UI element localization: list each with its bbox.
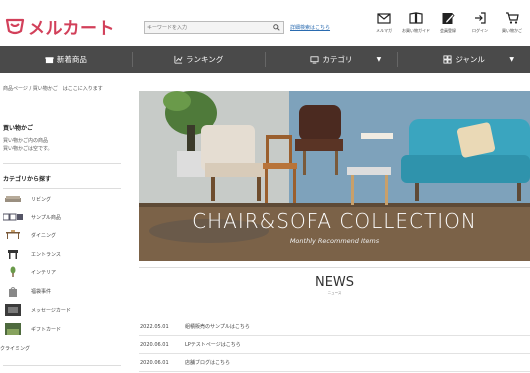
nav-genre[interactable]: ジャンル ▼ xyxy=(398,46,530,73)
nav-ranking[interactable]: ランキング xyxy=(133,46,265,73)
cart-items-text: 買い物かご内の商品 xyxy=(3,138,49,144)
sidebar-divider xyxy=(3,163,121,164)
newsletter-label: メルマガ xyxy=(376,28,392,33)
category-heading: カテゴリから探す xyxy=(3,176,52,183)
chevron-down-icon: ▼ xyxy=(509,56,514,63)
hero-banner[interactable]: CHAIR&SOFA COLLECTION Monthly Recommend … xyxy=(139,91,530,261)
site-header: メルカート 詳細検索はこちら メルマガ お買い物ガイド xyxy=(0,0,530,46)
sidebar-item-interior[interactable]: インテリア xyxy=(3,265,121,279)
breadcrumb: 商品ページ / 買い物かご はここに入ります xyxy=(3,86,103,92)
plant-icon xyxy=(3,266,23,278)
login-icon xyxy=(475,12,486,24)
mail-icon xyxy=(377,13,391,24)
sidebar-item-living[interactable]: リビング xyxy=(3,192,121,206)
sidebar-item-label: 福袋事件 xyxy=(31,288,52,295)
sidebar-item-label: リビング xyxy=(31,196,52,203)
guide-icon xyxy=(409,12,423,24)
nav-new-items[interactable]: 新着商品 xyxy=(0,46,132,73)
sidebar-item-label: エントランス xyxy=(31,251,61,258)
news-date: 2020.06.01 xyxy=(140,341,169,348)
login-button[interactable]: ログイン xyxy=(464,11,496,34)
sidebar-item-climbing[interactable]: クライミング xyxy=(0,341,118,355)
news-text: LPテストページはこちら xyxy=(185,342,241,348)
cart-icon xyxy=(506,12,519,24)
register-icon xyxy=(442,13,455,24)
genre-icon xyxy=(443,55,452,64)
message-card-icon xyxy=(3,304,23,316)
sidebar-divider xyxy=(3,365,121,366)
search-icon xyxy=(272,24,280,31)
bag-icon xyxy=(3,286,23,297)
news-divider xyxy=(139,267,530,268)
news-text: 組積販売のサンプルはこちら xyxy=(185,324,250,330)
news-text: 店舗ブログはこちら xyxy=(185,360,231,366)
sofa-icon xyxy=(3,194,23,205)
cart-label: 買い物かご xyxy=(502,28,522,33)
ranking-icon xyxy=(174,55,183,64)
sidebar-item-label: メッセージカード xyxy=(31,307,71,314)
sidebar-item-label: サンプル商品 xyxy=(31,214,61,221)
news-date: 2020.06.01 xyxy=(140,359,169,366)
cart-button[interactable]: 買い物かご xyxy=(496,11,528,34)
sidebar-item-message-card[interactable]: メッセージカード xyxy=(3,303,121,317)
gift-icon xyxy=(45,57,54,64)
nav-new-items-label: 新着商品 xyxy=(56,55,87,64)
news-subtitle: ニュース xyxy=(327,291,342,295)
register-button[interactable]: 会員登録 xyxy=(432,11,464,34)
nav-genre-label: ジャンル xyxy=(455,55,485,64)
shopping-guide-label: お買い物ガイド xyxy=(402,28,430,33)
sidebar: 商品ページ / 買い物かご はここに入ります 買い物かご 買い物かご内の商品 買… xyxy=(0,73,126,373)
news-item[interactable]: 2022.05.01 組積販売のサンプルはこちら xyxy=(139,318,530,336)
search-input[interactable] xyxy=(147,22,269,33)
news-item[interactable]: 2020.06.01 店舗ブログはこちら xyxy=(139,354,530,372)
sample-product-icon xyxy=(3,212,23,223)
sidebar-divider xyxy=(3,188,121,189)
entrance-icon xyxy=(3,249,23,260)
news-title: NEWS xyxy=(314,275,355,290)
cart-empty-text: 買い物かごは空です。 xyxy=(3,146,53,152)
monitor-icon xyxy=(310,56,319,64)
main-nav: 新着商品 ランキング カテゴリ ▼ ジャンル ▼ xyxy=(0,46,530,73)
sidebar-item-dining[interactable]: ダイニング xyxy=(3,228,121,242)
login-label: ログイン xyxy=(472,28,488,33)
gift-card-icon xyxy=(3,323,23,335)
sidebar-item-label: ダイニング xyxy=(31,232,57,239)
shopping-guide-button[interactable]: お買い物ガイド xyxy=(400,11,432,34)
sidebar-item-gift-card[interactable]: ギフトカード xyxy=(3,322,121,336)
logo-mark-icon xyxy=(5,18,25,35)
search-box xyxy=(144,21,284,34)
news-date: 2022.05.01 xyxy=(140,323,169,330)
search-button[interactable] xyxy=(270,22,282,33)
sidebar-item-sample[interactable]: サンプル商品 xyxy=(3,210,121,224)
advanced-search-link[interactable]: 詳細検索はこちら xyxy=(290,24,330,31)
sidebar-item-fukubukuro[interactable]: 福袋事件 xyxy=(3,284,121,298)
site-logo[interactable]: メルカート xyxy=(4,14,115,39)
dining-icon xyxy=(3,230,23,241)
news-item[interactable]: 2020.06.01 LPテストページはこちら xyxy=(139,336,530,354)
sidebar-item-label: ギフトカード xyxy=(31,326,62,333)
sidebar-item-label: クライミング xyxy=(0,345,31,352)
hero-title: CHAIR&SOFA COLLECTION xyxy=(192,209,477,233)
cart-heading: 買い物かご xyxy=(3,125,34,132)
register-label: 会員登録 xyxy=(440,28,456,33)
chevron-down-icon: ▼ xyxy=(376,56,382,63)
nav-category[interactable]: カテゴリ ▼ xyxy=(266,46,398,73)
header-icon-group: メルマガ お買い物ガイド 会員登録 ログイン 買い物かご xyxy=(368,11,528,34)
hero-subtitle: Monthly Recommend Items xyxy=(289,237,380,245)
newsletter-button[interactable]: メルマガ xyxy=(368,11,400,34)
hero-image xyxy=(139,91,530,261)
nav-ranking-label: ランキング xyxy=(185,55,224,64)
sidebar-item-entrance[interactable]: エントランス xyxy=(3,247,121,261)
logo-text: メルカート xyxy=(28,18,115,39)
nav-category-label: カテゴリ xyxy=(322,55,353,64)
sidebar-item-label: インテリア xyxy=(31,269,57,276)
